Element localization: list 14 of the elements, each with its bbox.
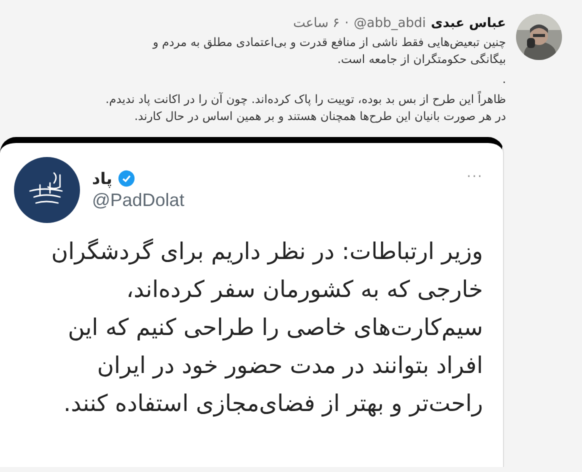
author-handle[interactable]: @PadDolat	[92, 190, 455, 211]
separator: ·	[344, 16, 349, 31]
tweet-text: بیگانگی حکومتگران از جامعه است.	[336, 51, 506, 68]
tweet-text: ظاهراً این طرح از بس بد بوده، توییت را پاک کرده‌اند. چون آن را در اکانت پاد ندیدم.	[104, 91, 506, 108]
logo-icon	[14, 157, 80, 223]
quoted-tweet-text: وزیر ارتباطات: در نظر داریم برای گردشگران خارجی که به کشورمان سفر کرده‌اند، سیم‌کارت‌های خاصی را طراحی کنیم که این افراد بتوانند در مدت حضور خود در ایران راحت‌تر و بهتر از فضای‌مجازی استفاده کنند.	[50, 238, 483, 419]
author-handle[interactable]: @abb_abdi	[354, 16, 426, 31]
tweet-text: در هر صورت بانیان این طرح‌ها همچنان هستند و بر همین اساس در حال کارند.	[133, 108, 506, 125]
tweet-text: چنین تبعیض‌هایی فقط ناشی از منافع قدرت و بی‌اعتمادی مطلق به مردم و	[151, 34, 506, 51]
quoted-tweet-card[interactable]	[0, 137, 504, 467]
author-name[interactable]: پاد	[92, 169, 112, 188]
tweet-time[interactable]: ۶ ساعت	[293, 16, 340, 31]
author-name[interactable]: عباس عبدی	[430, 16, 506, 31]
tweet-text: .	[501, 71, 506, 88]
